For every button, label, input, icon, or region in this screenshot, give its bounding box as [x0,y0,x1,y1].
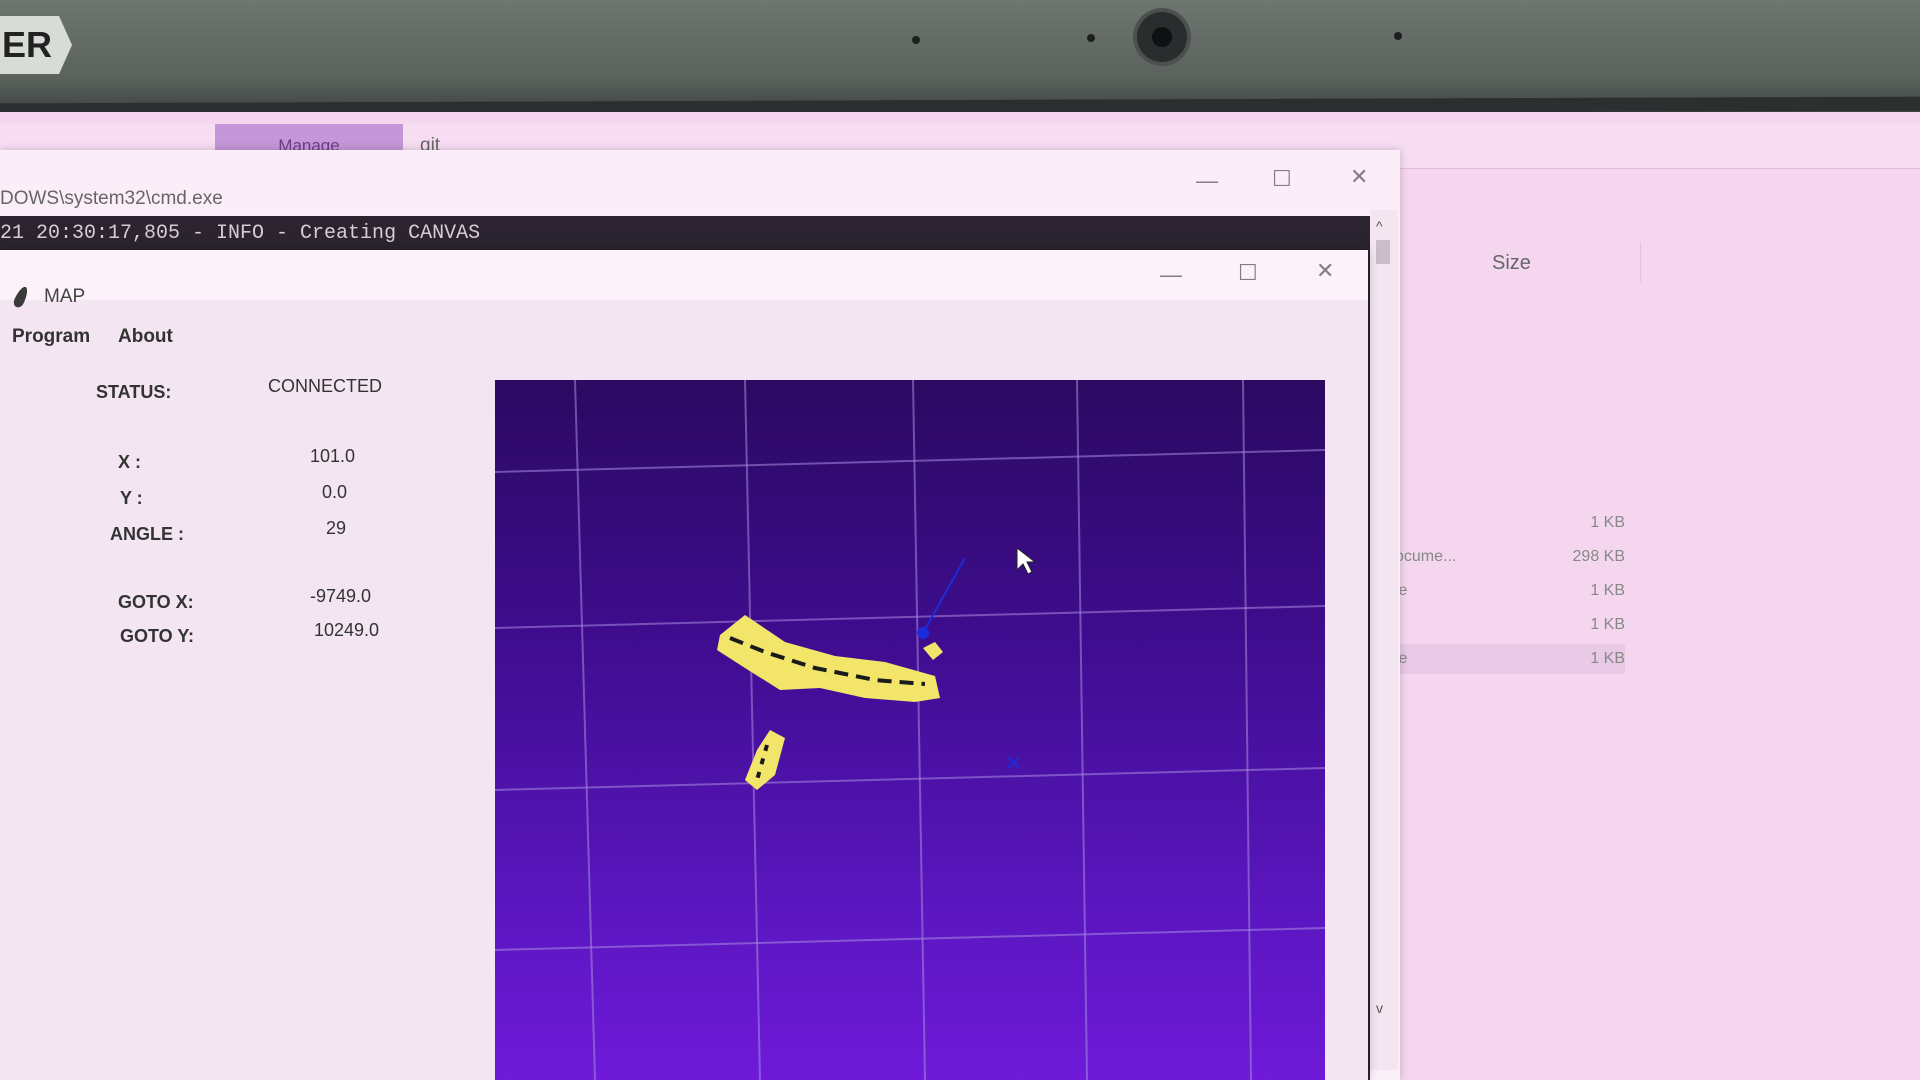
file-name: ocume... [1395,548,1457,565]
scroll-up-icon[interactable]: ^ [1376,218,1383,234]
angle-value: 29 [326,518,347,538]
map-svg: ✕ [495,380,1325,1080]
map-window[interactable]: MAP — ☐ ✕ Program About STATUS: CONNECTE… [0,250,1368,1080]
angle-label: ANGLE : [110,524,184,544]
file-row[interactable]: ocume... 298 KB [1395,542,1625,572]
goto-x-label: GOTO X: [118,592,194,612]
bezel-sensor [912,36,920,44]
sticker: ER [0,16,72,74]
close-button[interactable]: ✕ [1316,260,1334,282]
x-value: 101.0 [310,446,356,466]
menu-about[interactable]: About [118,326,173,348]
status-panel: STATUS: CONNECTED X : 101.0 Y : 0.0 ANGL… [60,360,460,1080]
scroll-thumb[interactable] [1376,240,1390,264]
file-row[interactable]: 1 KB [1395,610,1625,640]
bezel-sensor [1087,34,1095,42]
status-value: CONNECTED [268,376,383,396]
x-label: X : [118,452,142,472]
grid-line [744,380,761,1080]
log-line: 21 20:30:17,805 - INFO - Creating CANVAS [0,222,481,245]
laptop-bezel: ER [0,0,1920,118]
column-header-size[interactable]: Size [1492,252,1531,275]
goto-x-value: -9749.0 [310,586,372,606]
file-row[interactable]: le 1 KB [1395,576,1625,606]
menubar: Program About [0,318,1368,354]
file-size: 1 KB [1590,514,1625,531]
obstacle-shape [923,642,943,660]
feather-icon [11,284,31,310]
file-row-selected[interactable]: le 1 KB [1395,644,1625,674]
webcam-icon [1137,12,1187,62]
map-titlebar[interactable]: MAP — ☐ ✕ [0,250,1368,310]
cmd-title: DOWS\system32\cmd.exe [0,188,223,209]
cmd-titlebar[interactable]: DOWS\system32\cmd.exe — ☐ ✕ [0,150,1400,210]
map-title: MAP [44,286,86,307]
grid-line [495,927,1325,951]
bezel-sensor [1394,32,1402,40]
grid-line [1242,380,1252,1080]
cmd-scrollbar[interactable]: ^ v [1370,210,1398,1070]
grid [495,380,1325,1080]
obstacles [717,615,943,790]
menu-program[interactable]: Program [12,326,90,348]
status-label: STATUS: [96,382,172,402]
maximize-button[interactable]: ☐ [1272,168,1292,190]
file-row[interactable]: 1 KB [1395,508,1625,538]
y-value: 0.0 [322,482,348,502]
file-size: 298 KB [1572,548,1625,565]
grid-line [574,380,596,1080]
obstacle-shape [745,730,785,790]
file-size: 1 KB [1590,582,1625,599]
grid-line [912,380,926,1080]
robot-heading [922,557,966,634]
mouse-cursor-icon [1016,546,1037,575]
y-label: Y : [120,488,143,508]
goto-y-value: 10249.0 [314,620,380,640]
grid-line [495,605,1325,629]
grid-line [1076,380,1088,1080]
grid-line [495,449,1325,473]
file-size: 1 KB [1590,650,1625,667]
maximize-button[interactable]: ☐ [1238,262,1258,284]
obstacle-shape [717,615,940,702]
map-canvas[interactable]: ✕ [495,380,1325,1080]
file-size: 1 KB [1590,616,1625,633]
target-marker: ✕ [1005,753,1022,775]
scroll-down-icon[interactable]: v [1376,1000,1383,1016]
robot-marker [917,627,929,639]
minimize-button[interactable]: — [1196,170,1218,192]
goto-y-label: GOTO Y: [120,626,195,646]
close-button[interactable]: ✕ [1350,166,1368,188]
grid-line [495,767,1325,791]
column-divider[interactable] [1640,242,1641,282]
minimize-button[interactable]: — [1160,264,1182,286]
